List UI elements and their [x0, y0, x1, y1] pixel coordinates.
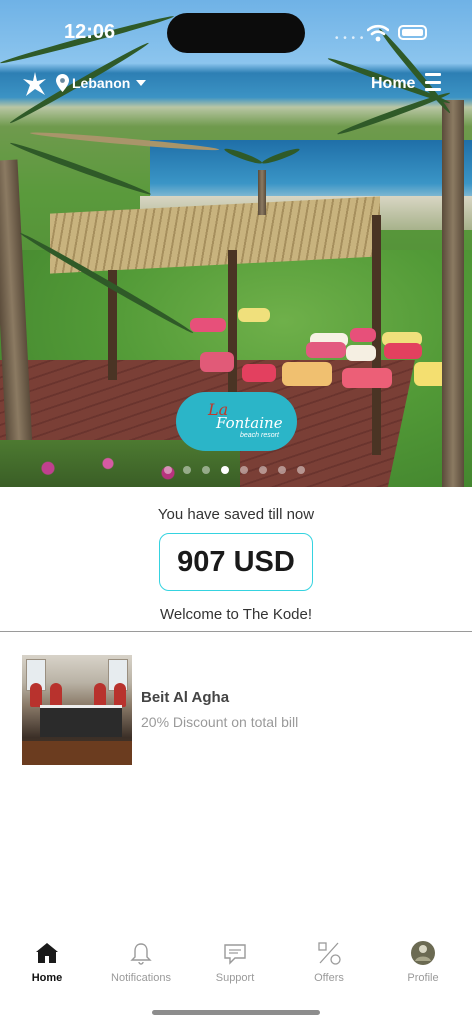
chair-shape — [50, 683, 62, 707]
savings-amount: 907 USD — [159, 533, 313, 591]
location-pin-icon[interactable] — [56, 74, 69, 92]
floor-pillow — [282, 362, 332, 386]
floor-shape — [22, 741, 132, 765]
brand-star-icon[interactable] — [22, 70, 48, 98]
home-icon — [36, 943, 58, 963]
carousel-dot[interactable] — [259, 466, 267, 474]
chair-shape — [94, 683, 106, 707]
logo-text-name: Fontaine — [216, 414, 283, 432]
carousel-dot[interactable] — [221, 466, 229, 474]
floor-pillow — [242, 364, 276, 382]
tab-offers[interactable]: Offers — [282, 935, 376, 995]
tab-home[interactable]: Home — [0, 935, 94, 995]
tab-label: Profile — [407, 972, 439, 984]
home-indicator[interactable] — [152, 1010, 320, 1015]
chair-shape — [114, 683, 126, 707]
carousel-dot[interactable] — [278, 466, 286, 474]
carousel-dot[interactable] — [164, 466, 172, 474]
floor-pillow — [384, 343, 422, 359]
carousel-dot[interactable] — [297, 466, 305, 474]
page-title: Home — [371, 75, 416, 92]
carousel-dot[interactable] — [183, 466, 191, 474]
tab-label: Offers — [314, 972, 344, 984]
dynamic-island — [167, 13, 305, 53]
tab-notifications[interactable]: Notifications — [94, 935, 188, 995]
floor-pillow — [238, 308, 270, 322]
offer-title[interactable]: Beit Al Agha — [141, 689, 229, 706]
signal-dots: • • • • — [335, 33, 365, 44]
tab-support[interactable]: Support — [188, 935, 282, 995]
tab-label: Support — [215, 972, 255, 984]
logo-text-tagline: beach resort — [240, 432, 279, 439]
palm-frond — [8, 140, 152, 198]
offer-thumbnail[interactable] — [22, 655, 132, 765]
floor-pillow — [346, 345, 376, 361]
floor-pillow — [200, 352, 234, 372]
menu-icon[interactable] — [425, 73, 441, 93]
table-shape — [40, 705, 122, 737]
chevron-down-icon[interactable] — [136, 80, 146, 86]
floor-pillow — [306, 342, 346, 358]
floor-pillow — [190, 318, 226, 332]
palm-trunk — [258, 170, 266, 215]
welcome-message: Welcome to The Kode! — [159, 606, 313, 623]
section-divider — [0, 631, 472, 632]
palm-trunk — [442, 100, 464, 487]
carousel-dot[interactable] — [202, 466, 210, 474]
carousel-indicator[interactable] — [164, 466, 305, 474]
tab-label: Home — [31, 972, 63, 984]
hero-banner[interactable]: La Fontaine beach resort — [0, 0, 472, 487]
wifi-icon — [367, 24, 389, 42]
chair-shape — [30, 683, 42, 707]
tab-label: Notifications — [111, 972, 171, 984]
tab-profile[interactable]: Profile — [376, 935, 470, 995]
percent-icon — [318, 942, 341, 965]
restaurant-logo-badge[interactable]: La Fontaine beach resort — [176, 392, 297, 451]
status-time: 12:06 — [64, 21, 116, 43]
avatar-icon — [411, 941, 435, 965]
bell-icon — [130, 943, 152, 965]
carousel-dot[interactable] — [240, 466, 248, 474]
chat-icon — [224, 944, 246, 965]
savings-title: You have saved till now — [157, 506, 315, 523]
offer-description: 20% Discount on total bill — [141, 714, 299, 730]
floor-pillow — [350, 328, 376, 342]
location-selector[interactable]: Lebanon — [72, 75, 130, 91]
bottom-tab-bar: Home Notifications Support Offers Profil… — [0, 935, 472, 995]
floor-pillow — [342, 368, 392, 388]
battery-icon — [398, 25, 427, 40]
